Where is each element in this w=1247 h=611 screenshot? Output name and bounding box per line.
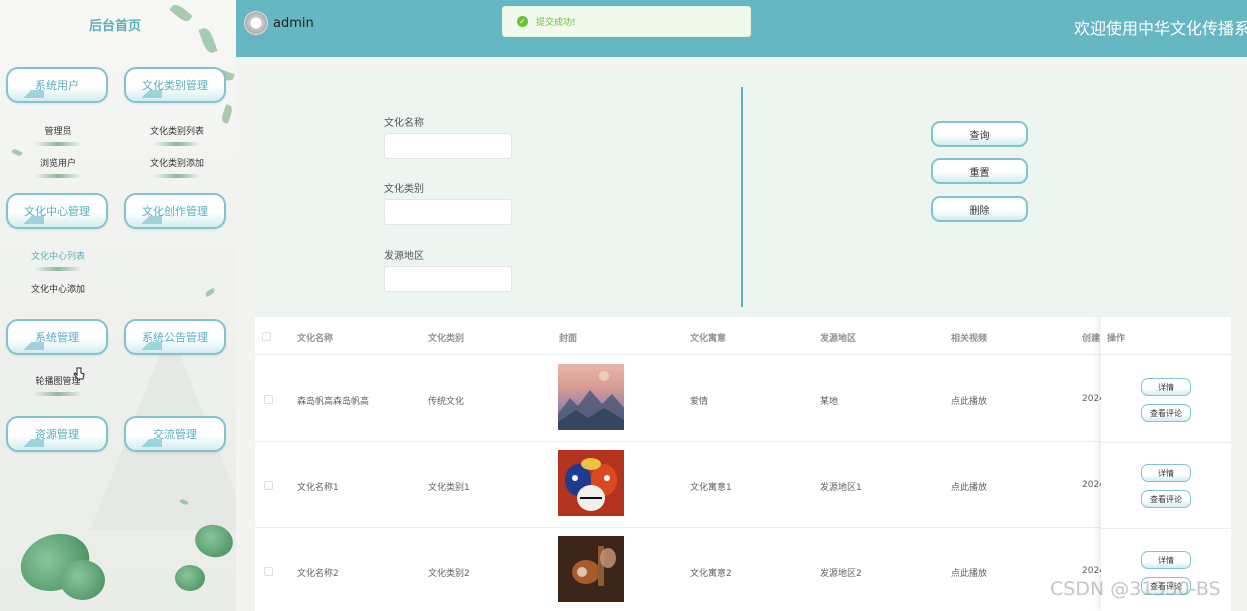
category-input[interactable] [384,199,512,225]
cell-category: 文化类别1 [428,483,470,493]
detail-button[interactable]: 详情 [1141,464,1191,482]
menu-system-users[interactable]: 系统用户 [6,67,108,103]
culture-table: 文化名称 文化类别 封面 文化寓意 发源地区 相关视频 创建 森岛帆高森岛帆高 … [255,317,1231,611]
cell-name: 森岛帆高森岛帆高 [297,397,370,407]
view-comments-button[interactable]: 查看评论 [1141,490,1191,508]
subitem-label: 浏览用户 [39,159,76,169]
cell-region: 发源地区2 [820,569,862,579]
hand-cursor-icon [73,366,85,380]
subitem-underline [34,392,82,396]
lotus-leaf-decoration [60,560,105,600]
search-panel: 文化名称 文化类别 发源地区 查询 重置 删除 [255,76,1231,317]
detail-button[interactable]: 详情 [1141,378,1191,396]
cover-image [558,364,624,430]
delete-button[interactable]: 删除 [931,196,1028,222]
cell-category: 文化类别2 [428,569,470,579]
menu-culture-creation[interactable]: 文化创作管理 [124,193,226,229]
row-checkbox[interactable] [264,481,273,490]
welcome-text: 欢迎使用中华文化传播系统 [1074,19,1247,38]
subitem-label: 文化类别列表 [149,127,204,137]
col-operations: 操作 [1107,334,1126,344]
table-row: 森岛帆高森岛帆高 传统文化 爱情 某地 点此播放 2024 [255,356,1231,442]
col-video: 相关视频 [951,334,988,344]
col-meaning: 文化寓意 [690,334,727,344]
row-checkbox[interactable] [264,567,273,576]
success-toast: ✓ 提交成功! [502,6,751,37]
col-created: 创建 [1082,334,1101,344]
subitem-admin[interactable]: 管理员 [30,124,86,146]
region-input[interactable] [384,266,512,292]
menu-resource-manage[interactable]: 资源管理 [6,416,108,452]
table-row: 文化名称1 文化类别1 文化寓意1 发源地区1 点此播放 2024 [255,442,1231,528]
subitem-category-add[interactable]: 文化类别添加 [140,156,214,178]
region-label: 发源地区 [384,251,424,262]
leaf-decoration [204,287,216,298]
menu-culture-category[interactable]: 文化类别管理 [124,67,226,103]
sidebar: 后台首页 系统用户 文化类别管理 管理员 浏览用户 文化类别列表 文化类别添加 … [0,0,236,611]
leaf-decoration [11,147,23,158]
menu-exchange-manage[interactable]: 交流管理 [124,416,226,452]
leaf-decoration [220,104,234,124]
subitem-browse-users[interactable]: 浏览用户 [30,156,86,178]
subitem-label: 文化类别添加 [149,159,204,169]
row-checkbox[interactable] [264,395,273,404]
avatar[interactable] [244,11,268,35]
subitem-label: 管理员 [44,127,72,137]
username[interactable]: admin [273,16,314,31]
cell-meaning: 爱情 [690,397,709,407]
watermark: CSDN @31330-BS [1050,578,1221,600]
cell-meaning: 文化寓意1 [690,483,732,493]
subitem-label: 文化中心添加 [30,285,85,295]
subitem-center-list[interactable]: 文化中心列表 [26,249,90,271]
cell-region: 某地 [820,397,839,407]
row-divider [1101,528,1231,529]
subitem-label: 文化中心列表 [30,252,85,262]
operations-column: 操作 详情 查看评论 详情 查看评论 详情 查看评论 [1101,317,1231,611]
cell-video-link[interactable]: 点此播放 [951,566,987,579]
cover-image [558,450,624,516]
subitem-underline [34,267,82,271]
menu-culture-center[interactable]: 文化中心管理 [6,193,108,229]
subitem-underline [34,174,82,178]
subitem-underline [153,174,201,178]
cell-name: 文化名称2 [297,569,339,579]
col-region: 发源地区 [820,334,857,344]
lotus-leaf-decoration [175,565,205,591]
operations-header: 操作 [1101,317,1231,355]
col-category: 文化类别 [428,334,465,344]
menu-notice-manage[interactable]: 系统公告管理 [124,319,226,355]
leaf-decoration [198,26,218,55]
query-button[interactable]: 查询 [931,121,1028,147]
row-divider [1101,442,1231,443]
cell-region: 发源地区1 [820,483,862,493]
cover-image [558,536,624,602]
panel-divider [741,87,743,307]
name-label: 文化名称 [384,118,424,129]
col-name: 文化名称 [297,334,334,344]
subitem-category-list[interactable]: 文化类别列表 [140,124,214,146]
reset-button[interactable]: 重置 [931,158,1028,184]
select-all-checkbox[interactable] [262,332,271,341]
cell-video-link[interactable]: 点此播放 [951,480,987,493]
leaf-decoration [169,2,193,24]
name-input[interactable] [384,133,512,159]
detail-button[interactable]: 详情 [1141,551,1191,569]
category-label: 文化类别 [384,184,424,195]
col-cover: 封面 [559,334,578,344]
toast-message: 提交成功! [536,18,576,28]
subitem-underline [153,142,201,146]
check-circle-icon: ✓ [517,16,528,27]
view-comments-button[interactable]: 查看评论 [1141,404,1191,422]
subitem-center-add[interactable]: 文化中心添加 [26,282,90,295]
cell-meaning: 文化寓意2 [690,569,732,579]
menu-system-manage[interactable]: 系统管理 [6,319,108,355]
cell-name: 文化名称1 [297,483,339,493]
subitem-underline [34,142,82,146]
cell-category: 传统文化 [428,397,465,407]
table-header: 文化名称 文化类别 封面 文化寓意 发源地区 相关视频 创建 [255,317,1231,355]
cell-video-link[interactable]: 点此播放 [951,394,987,407]
home-link[interactable]: 后台首页 [60,15,170,34]
